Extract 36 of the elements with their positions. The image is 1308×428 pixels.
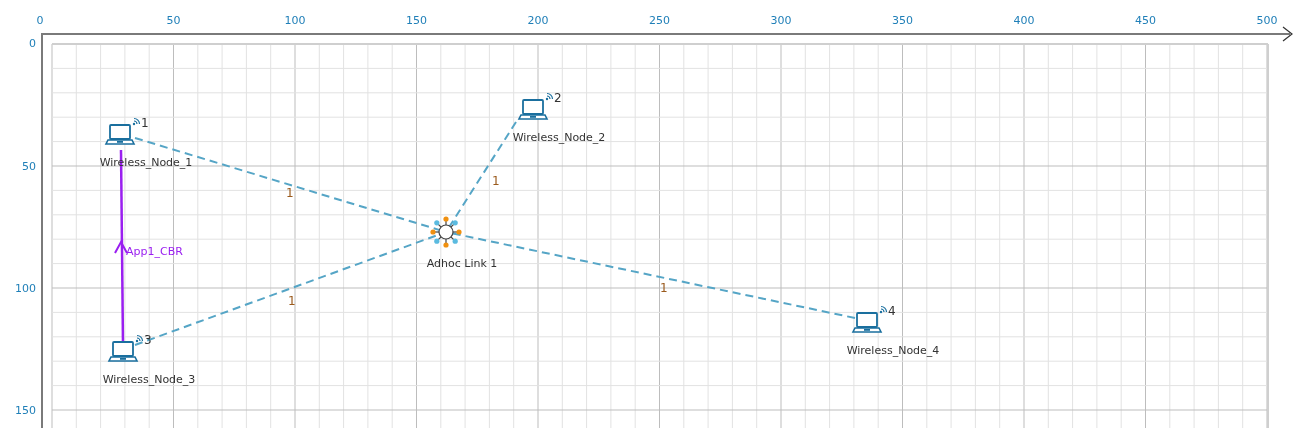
axis-tick-label: 250 bbox=[649, 14, 670, 27]
hub-icon bbox=[430, 216, 462, 248]
laptop-icon bbox=[104, 124, 136, 145]
link-label: 1 bbox=[660, 281, 668, 295]
link-label: 1 bbox=[492, 174, 500, 188]
axis-tick-label: 0 bbox=[36, 14, 44, 27]
axis-tick-label: 0 bbox=[29, 37, 36, 50]
node-number: 4 bbox=[888, 304, 896, 318]
axis-tick-label: 450 bbox=[1135, 14, 1156, 27]
wifi-icon bbox=[545, 92, 554, 101]
axis-tick-label: 350 bbox=[892, 14, 913, 27]
axis-tick-label: 100 bbox=[284, 14, 306, 27]
node-number: 1 bbox=[141, 116, 149, 130]
axis-tick-label: 300 bbox=[770, 14, 792, 27]
axis-tick-label: 150 bbox=[15, 404, 36, 417]
wifi-icon bbox=[879, 305, 888, 314]
laptop-icon bbox=[107, 341, 139, 362]
wifi-icon bbox=[135, 334, 144, 343]
wifi-icon bbox=[132, 117, 141, 126]
node-label: Wireless_Node_4 bbox=[846, 344, 940, 357]
axis-tick-label: 50 bbox=[22, 160, 36, 173]
axis-tick-label: 200 bbox=[527, 14, 549, 27]
node-label: Wireless_Node_3 bbox=[102, 373, 196, 386]
node-number: 2 bbox=[554, 91, 562, 105]
axis-tick-label: 100 bbox=[15, 282, 36, 295]
axis-tick-label: 150 bbox=[406, 14, 427, 27]
link-label: 1 bbox=[288, 294, 296, 308]
laptop-icon bbox=[851, 312, 883, 333]
axis-tick-label: 500 bbox=[1256, 14, 1278, 27]
laptop-icon bbox=[517, 99, 549, 120]
axis-tick-label: 50 bbox=[166, 14, 181, 27]
axis-tick-label: 400 bbox=[1013, 14, 1035, 27]
link-label: 1 bbox=[286, 186, 294, 200]
node-label: Wireless_Node_2 bbox=[512, 131, 606, 144]
device-label: Adhoc Link 1 bbox=[426, 257, 498, 270]
application-label: App1_CBR bbox=[126, 245, 183, 258]
